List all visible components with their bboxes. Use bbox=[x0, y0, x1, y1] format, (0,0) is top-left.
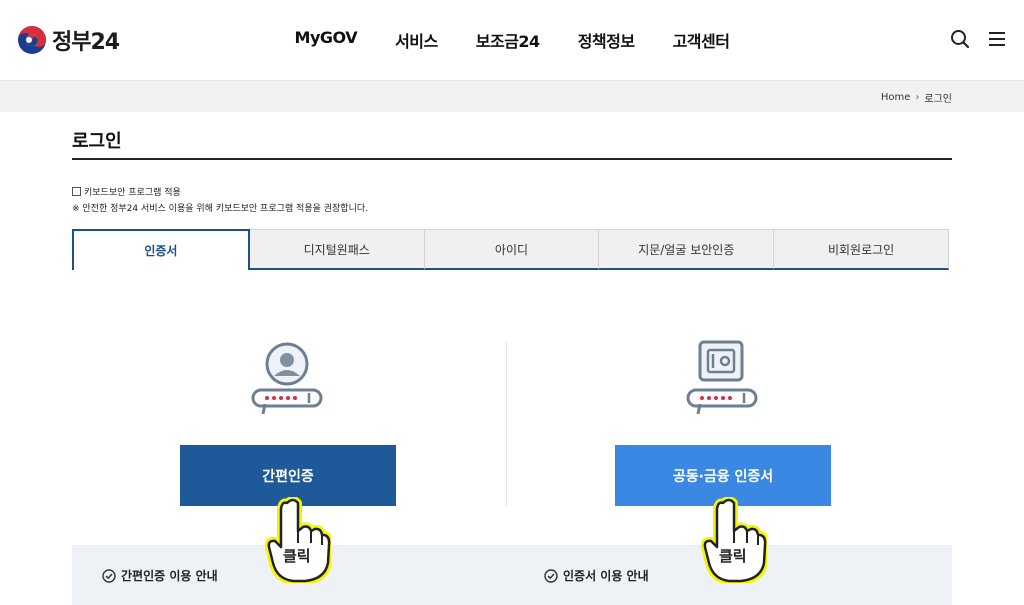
pointing-hand-icon bbox=[265, 497, 331, 583]
cert-safe-password-icon bbox=[686, 340, 758, 415]
cert-guide[interactable]: 인증서 이용 안내 bbox=[544, 567, 649, 584]
cert-guide-label: 인증서 이용 안내 bbox=[563, 569, 649, 583]
title-divider bbox=[72, 158, 952, 160]
tab-digital-onepass[interactable]: 디지털원패스 bbox=[249, 229, 425, 270]
keyboard-security-checkbox[interactable] bbox=[72, 187, 81, 196]
method-divider bbox=[506, 342, 507, 506]
nav-item-subsidy24[interactable]: 보조금24 bbox=[476, 28, 540, 52]
site-header: 정부24 MyGOV 서비스 보조금24 정책정보 고객센터 bbox=[0, 0, 1024, 80]
simple-auth-guide[interactable]: 간편인증 이용 안내 bbox=[102, 567, 218, 584]
user-password-icon bbox=[251, 342, 323, 415]
tab-biometric[interactable]: 지문/얼굴 보안인증 bbox=[599, 229, 775, 270]
tab-id[interactable]: 아이디 bbox=[424, 229, 600, 270]
check-circle-icon bbox=[544, 568, 558, 583]
nav-item-mygov[interactable]: MyGOV bbox=[295, 28, 358, 52]
chevron-right-icon: › bbox=[915, 92, 920, 103]
simple-auth-guide-label: 간편인증 이용 안내 bbox=[121, 569, 218, 583]
keyboard-security-note: ※ 안전한 정부24 서비스 이용을 위해 키보드보안 프로그램 적용을 권장합… bbox=[72, 204, 369, 214]
main-nav: MyGOV 서비스 보조금24 정책정보 고객센터 bbox=[0, 28, 1024, 52]
breadcrumb: Home › 로그인 bbox=[881, 90, 952, 105]
click-label: 클릭 bbox=[283, 547, 311, 565]
menu-icon[interactable] bbox=[986, 28, 1008, 50]
breadcrumb-home[interactable]: Home bbox=[881, 92, 911, 103]
breadcrumb-bar: Home › 로그인 bbox=[0, 80, 1024, 112]
search-icon[interactable] bbox=[949, 28, 971, 50]
keyboard-security-option[interactable]: 키보드보안 프로그램 적용 bbox=[72, 185, 181, 198]
breadcrumb-current: 로그인 bbox=[924, 94, 952, 105]
tab-non-member[interactable]: 비회원로그인 bbox=[774, 229, 949, 270]
login-tabs: 인증서 디지털원패스 아이디 지문/얼굴 보안인증 비회원로그인 bbox=[72, 229, 949, 270]
pointing-hand-icon bbox=[701, 497, 767, 583]
keyboard-security-label: 키보드보안 프로그램 적용 bbox=[84, 188, 181, 198]
click-label: 클릭 bbox=[719, 547, 747, 565]
page-title: 로그인 bbox=[72, 131, 122, 152]
nav-item-services[interactable]: 서비스 bbox=[395, 28, 438, 52]
check-circle-icon bbox=[102, 568, 116, 583]
tab-certificate[interactable]: 인증서 bbox=[72, 229, 250, 270]
nav-item-customer-center[interactable]: 고객센터 bbox=[673, 28, 730, 52]
nav-item-policy-info[interactable]: 정책정보 bbox=[578, 28, 635, 52]
